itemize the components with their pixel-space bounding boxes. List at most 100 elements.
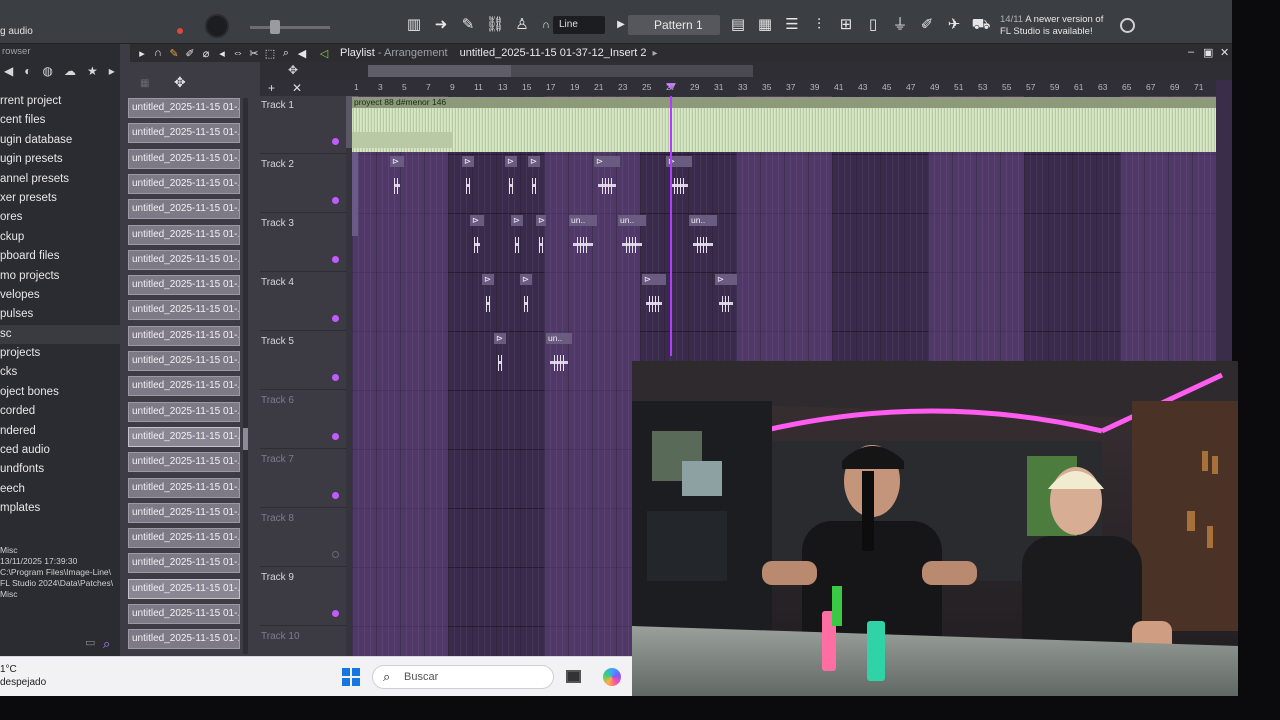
audio-clip[interactable]: ⊳ bbox=[520, 274, 532, 326]
plugin-icon[interactable]: ⏚ bbox=[889, 14, 911, 36]
clip-source-item[interactable]: untitled_2025-11-15 01-... bbox=[128, 300, 240, 321]
audio-clip[interactable]: un.. bbox=[689, 215, 717, 267]
master-pitch-slider[interactable] bbox=[250, 26, 330, 29]
copilot-icon[interactable] bbox=[603, 668, 621, 686]
browser-item[interactable]: cks bbox=[0, 363, 120, 382]
windows-start-icon[interactable] bbox=[342, 668, 360, 686]
track-enable-icon[interactable] bbox=[332, 256, 339, 263]
audio-clip[interactable]: ⊳ bbox=[494, 333, 506, 385]
audio-clip[interactable]: ⊳ bbox=[462, 156, 474, 208]
task-view-icon[interactable] bbox=[566, 670, 581, 683]
update-notice[interactable]: 14/11 A newer version of FL Studio is av… bbox=[1000, 14, 1112, 38]
clip-source-item[interactable]: untitled_2025-11-15 01-... bbox=[128, 629, 240, 650]
browser-item[interactable]: mo projects bbox=[0, 267, 120, 286]
project-arrow-icon[interactable]: ▸ bbox=[653, 48, 658, 59]
shop-cart-icon[interactable]: ⛟ bbox=[970, 14, 992, 36]
piano-roll-icon[interactable]: ▥ bbox=[403, 14, 425, 36]
arrangement-arrow-icon[interactable]: ◁ bbox=[316, 47, 332, 60]
browser-item[interactable]: mplates bbox=[0, 499, 120, 518]
expand-icon[interactable]: ▸ bbox=[109, 64, 115, 78]
browser-item[interactable]: rrent project bbox=[0, 92, 120, 111]
browser-item[interactable]: cent files bbox=[0, 111, 120, 130]
browser-item[interactable]: ckup bbox=[0, 228, 120, 247]
track-enable-icon[interactable] bbox=[332, 138, 339, 145]
browser-item[interactable]: pulses bbox=[0, 305, 120, 324]
select-tool-icon[interactable]: ⬚ bbox=[262, 47, 278, 60]
clip-source-item[interactable]: untitled_2025-11-15 01-... bbox=[128, 98, 240, 118]
playback-tool-icon[interactable]: ◀ bbox=[294, 47, 310, 60]
audio-clip[interactable]: ⊳ bbox=[528, 156, 540, 208]
grid-icon[interactable]: ▦ bbox=[140, 78, 149, 89]
clip-source-item[interactable]: untitled_2025-11-15 01-... bbox=[128, 376, 240, 397]
track-enable-icon[interactable] bbox=[332, 315, 339, 322]
overview-scrollbar[interactable] bbox=[368, 65, 753, 77]
audio-clip-main[interactable]: proyect 88 d#menor 146 bbox=[352, 97, 1216, 152]
track-enable-icon[interactable] bbox=[332, 197, 339, 204]
browser-item[interactable]: annel presets bbox=[0, 170, 120, 189]
overview-move-icon[interactable]: ✥ bbox=[288, 63, 298, 77]
browser-item[interactable]: oject bones bbox=[0, 383, 120, 402]
pattern-selector[interactable]: Pattern 1 bbox=[628, 15, 720, 35]
audio-filter-icon[interactable]: ◐ bbox=[24, 64, 31, 78]
timeline-ruler[interactable]: 1 3 5 7 9 11 13 15 17 19 21 23 25 27 29 31 33 35 37 39 41 43 4… bbox=[352, 80, 1216, 96]
track-enable-icon[interactable] bbox=[332, 374, 339, 381]
maximize-icon[interactable]: ▣ bbox=[1203, 46, 1213, 59]
browser-item[interactable]: undfonts bbox=[0, 460, 120, 479]
track-enable-icon[interactable] bbox=[332, 433, 339, 440]
track-header[interactable]: Track 3 bbox=[260, 214, 346, 272]
audio-clip[interactable]: ⊳ bbox=[594, 156, 620, 208]
clip-source-item-selected[interactable]: untitled_2025-11-15 01-... bbox=[128, 426, 240, 447]
audio-clip[interactable]: ⊳ bbox=[715, 274, 737, 326]
master-volume-knob[interactable] bbox=[205, 14, 229, 38]
master-pitch-slider-thumb[interactable] bbox=[270, 20, 280, 34]
browser-item[interactable]: velopes bbox=[0, 286, 120, 305]
pencil-icon[interactable]: ✎ bbox=[457, 14, 479, 36]
browser-item[interactable]: projects bbox=[0, 344, 120, 363]
browser-item[interactable]: ores bbox=[0, 208, 120, 227]
browser-item[interactable]: eech bbox=[0, 480, 120, 499]
link-icon[interactable]: ⛓ bbox=[484, 14, 506, 36]
file-icon[interactable]: ▯ bbox=[862, 14, 884, 36]
audio-clip[interactable]: un.. bbox=[546, 333, 572, 385]
globe-icon[interactable] bbox=[1120, 18, 1135, 33]
delete-tool-icon[interactable]: ⌀ bbox=[198, 47, 214, 60]
mute-tool-icon[interactable]: ◂ bbox=[214, 47, 230, 60]
track-header[interactable]: Track 1 bbox=[260, 96, 346, 154]
weather-widget[interactable]: 1°C despejado bbox=[0, 663, 46, 689]
track-enable-icon[interactable] bbox=[332, 492, 339, 499]
track-header[interactable]: Track 6 bbox=[260, 391, 346, 449]
track-header[interactable]: Track 2 bbox=[260, 155, 346, 213]
taskbar-search-box[interactable]: ⌕ Buscar bbox=[372, 665, 554, 689]
mixer-icon[interactable]: ⫶ bbox=[808, 14, 830, 36]
collapse-icon[interactable]: ◀ bbox=[4, 64, 13, 78]
snap-mode-select[interactable]: Line bbox=[553, 16, 605, 34]
add-track-icon[interactable]: + bbox=[268, 81, 275, 95]
slip-tool-icon[interactable]: ⇔ bbox=[230, 47, 246, 59]
clip-source-item[interactable]: untitled_2025-11-15 01-... bbox=[128, 249, 240, 270]
browser-item[interactable]: ced audio bbox=[0, 441, 120, 460]
folder-icon[interactable]: ▭ bbox=[85, 636, 95, 649]
edison-icon[interactable]: ✈ bbox=[943, 14, 965, 36]
track-header[interactable]: Track 4 bbox=[260, 273, 346, 331]
clip-source-item[interactable]: untitled_2025-11-15 01-... bbox=[128, 325, 240, 346]
routing-icon[interactable]: ⊞ bbox=[835, 14, 857, 36]
clip-source-item[interactable]: untitled_2025-11-15 01-... bbox=[128, 199, 240, 220]
browser-item[interactable]: xer presets bbox=[0, 189, 120, 208]
audio-clip[interactable]: ⊳ bbox=[390, 156, 404, 208]
clip-source-item[interactable]: untitled_2025-11-15 01-... bbox=[128, 148, 240, 169]
audio-clip[interactable]: ⊳ bbox=[642, 274, 666, 326]
clip-source-item[interactable]: untitled_2025-11-15 01-... bbox=[128, 452, 240, 473]
zoom-tool-icon[interactable]: ⌕ bbox=[278, 47, 294, 60]
audio-clip[interactable]: ⊳ bbox=[536, 215, 546, 267]
track-header[interactable]: Track 8 bbox=[260, 509, 346, 567]
clip-source-item[interactable]: untitled_2025-11-15 01-... bbox=[128, 578, 240, 599]
channel-rack-icon[interactable]: ▦ bbox=[754, 14, 776, 36]
clip-source-item[interactable]: untitled_2025-11-15 01-... bbox=[128, 477, 240, 498]
clip-source-item[interactable]: untitled_2025-11-15 01-... bbox=[128, 351, 240, 371]
play-arrow-icon[interactable]: ▸ bbox=[134, 47, 150, 60]
draw-tool-icon[interactable]: ✎ bbox=[166, 47, 182, 60]
browser-item[interactable]: ndered bbox=[0, 422, 120, 441]
close-x-icon[interactable]: ✕ bbox=[292, 81, 302, 95]
clip-source-item[interactable]: untitled_2025-11-15 01-... bbox=[128, 502, 240, 523]
overview-view-window[interactable] bbox=[368, 65, 511, 77]
